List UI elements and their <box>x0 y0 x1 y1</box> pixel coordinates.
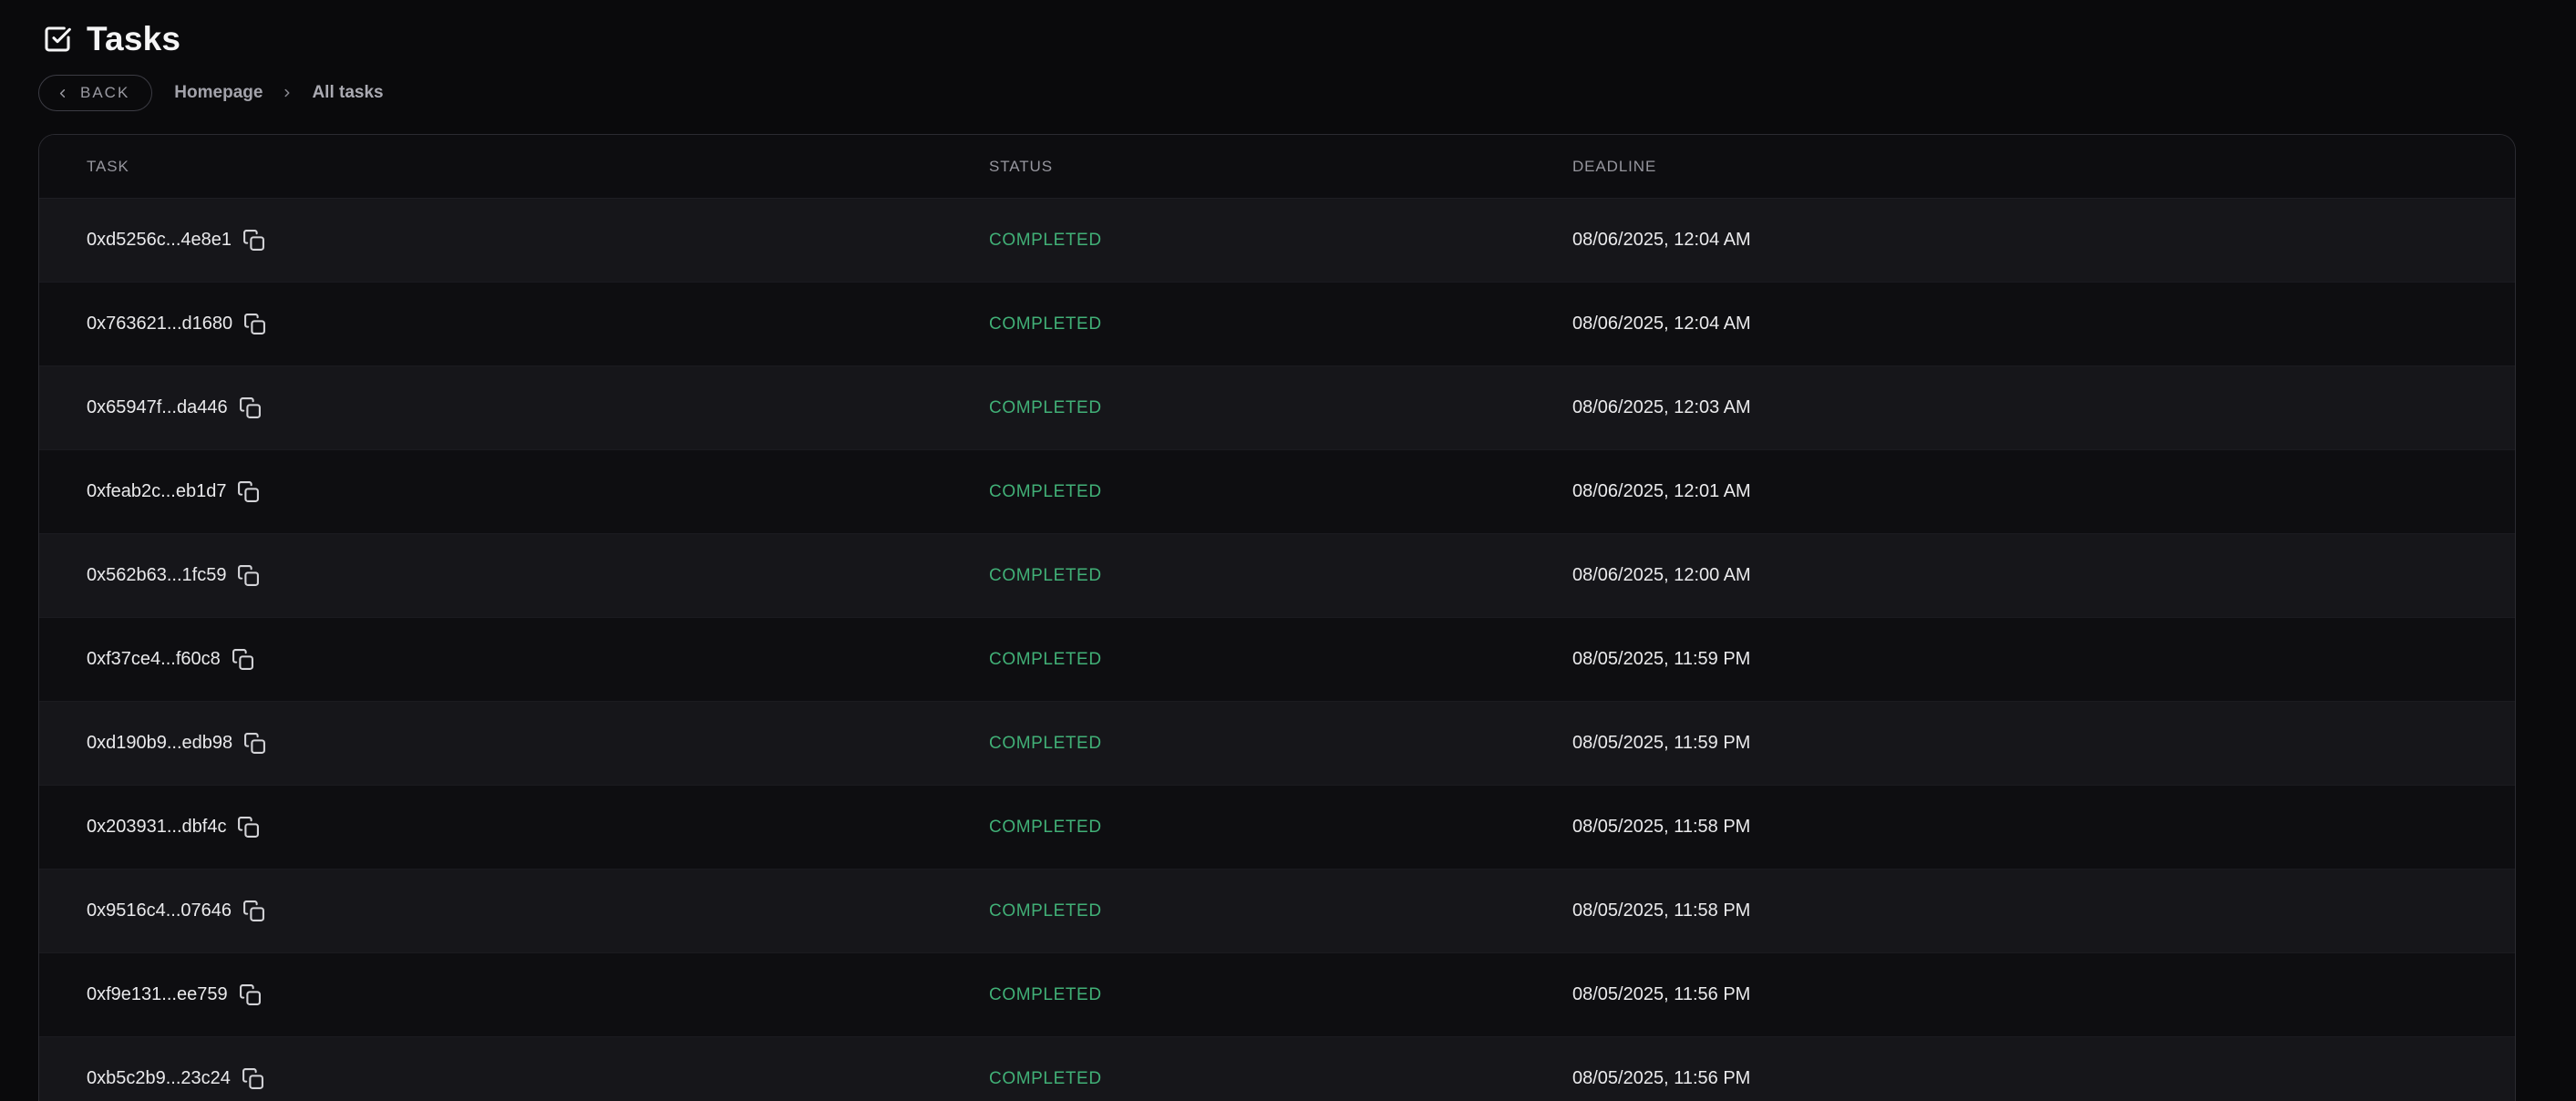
column-header-task: TASK <box>39 158 942 176</box>
chevron-left-icon <box>56 87 69 100</box>
status-badge: COMPLETED <box>942 231 1525 251</box>
page-title: Tasks <box>87 20 180 58</box>
table-row[interactable]: 0x562b63...1fc59 COMPLETED 08/06/2025, 1… <box>39 534 2515 618</box>
task-cell: 0x203931...dbf4c <box>39 816 942 839</box>
task-id: 0x763621...d1680 <box>87 314 232 334</box>
status-badge: COMPLETED <box>942 818 1525 838</box>
copy-icon <box>237 816 260 839</box>
table-row[interactable]: 0xd5256c...4e8e1 COMPLETED 08/06/2025, 1… <box>39 199 2515 283</box>
task-id: 0x9516c4...07646 <box>87 900 232 921</box>
task-cell: 0xfeab2c...eb1d7 <box>39 480 942 503</box>
breadcrumb-all-tasks: All tasks <box>312 83 383 103</box>
status-badge: COMPLETED <box>942 1069 1525 1089</box>
task-id: 0xf9e131...ee759 <box>87 984 228 1005</box>
task-cell: 0x562b63...1fc59 <box>39 564 942 587</box>
table-row[interactable]: 0x763621...d1680 COMPLETED 08/06/2025, 1… <box>39 283 2515 366</box>
task-cell: 0xb5c2b9...23c24 <box>39 1067 942 1090</box>
deadline-cell: 08/06/2025, 12:04 AM <box>1525 230 2515 251</box>
copy-task-id-button[interactable] <box>242 1067 264 1090</box>
chevron-right-icon <box>281 87 294 99</box>
status-badge: COMPLETED <box>942 314 1525 334</box>
deadline-cell: 08/06/2025, 12:04 AM <box>1525 314 2515 334</box>
status-badge: COMPLETED <box>942 985 1525 1005</box>
copy-icon <box>242 900 265 922</box>
status-badge: COMPLETED <box>942 901 1525 921</box>
copy-icon <box>239 396 262 419</box>
task-id: 0xfeab2c...eb1d7 <box>87 481 226 502</box>
task-id: 0x562b63...1fc59 <box>87 565 226 586</box>
table-row[interactable]: 0xd190b9...edb98 COMPLETED 08/05/2025, 1… <box>39 702 2515 786</box>
breadcrumb-homepage[interactable]: Homepage <box>174 83 263 103</box>
copy-task-id-button[interactable] <box>239 396 262 419</box>
status-badge: COMPLETED <box>942 734 1525 754</box>
deadline-cell: 08/05/2025, 11:59 PM <box>1525 649 2515 670</box>
check-square-icon <box>43 25 72 54</box>
deadline-cell: 08/05/2025, 11:58 PM <box>1525 817 2515 838</box>
copy-task-id-button[interactable] <box>243 313 266 335</box>
task-cell: 0x65947f...da446 <box>39 396 942 419</box>
deadline-cell: 08/05/2025, 11:58 PM <box>1525 900 2515 921</box>
tasks-table-card: TASK STATUS DEADLINE 0xd5256c...4e8e1 CO… <box>38 134 2516 1101</box>
deadline-cell: 08/05/2025, 11:56 PM <box>1525 1068 2515 1089</box>
task-id: 0xb5c2b9...23c24 <box>87 1068 231 1089</box>
copy-task-id-button[interactable] <box>232 648 254 671</box>
back-button-label: BACK <box>80 84 129 102</box>
copy-task-id-button[interactable] <box>239 983 262 1006</box>
column-header-status: STATUS <box>942 158 1525 176</box>
copy-icon <box>242 229 265 252</box>
table-row[interactable]: 0x65947f...da446 COMPLETED 08/06/2025, 1… <box>39 366 2515 450</box>
status-badge: COMPLETED <box>942 398 1525 418</box>
table-row[interactable]: 0xfeab2c...eb1d7 COMPLETED 08/06/2025, 1… <box>39 450 2515 534</box>
nav-row: BACK Homepage All tasks <box>38 75 2576 111</box>
copy-icon <box>243 313 266 335</box>
status-badge: COMPLETED <box>942 482 1525 502</box>
deadline-cell: 08/06/2025, 12:01 AM <box>1525 481 2515 502</box>
status-badge: COMPLETED <box>942 566 1525 586</box>
task-cell: 0xd190b9...edb98 <box>39 732 942 755</box>
task-cell: 0x763621...d1680 <box>39 313 942 335</box>
task-id: 0xd190b9...edb98 <box>87 733 232 754</box>
deadline-cell: 08/06/2025, 12:00 AM <box>1525 565 2515 586</box>
copy-icon <box>237 564 260 587</box>
copy-task-id-button[interactable] <box>237 816 260 839</box>
column-header-deadline: DEADLINE <box>1525 158 2515 176</box>
deadline-cell: 08/06/2025, 12:03 AM <box>1525 397 2515 418</box>
back-button[interactable]: BACK <box>38 75 152 111</box>
tasks-page: Tasks BACK Homepage All tasks TASK STATU… <box>0 0 2576 1101</box>
table-row[interactable]: 0xf9e131...ee759 COMPLETED 08/05/2025, 1… <box>39 953 2515 1037</box>
task-id: 0xd5256c...4e8e1 <box>87 230 232 251</box>
task-cell: 0xf9e131...ee759 <box>39 983 942 1006</box>
copy-task-id-button[interactable] <box>237 564 260 587</box>
copy-icon <box>237 480 260 503</box>
task-id: 0x65947f...da446 <box>87 397 228 418</box>
table-body: 0xd5256c...4e8e1 COMPLETED 08/06/2025, 1… <box>39 199 2515 1101</box>
copy-task-id-button[interactable] <box>237 480 260 503</box>
copy-task-id-button[interactable] <box>242 900 265 922</box>
task-cell: 0xd5256c...4e8e1 <box>39 229 942 252</box>
copy-icon <box>239 983 262 1006</box>
table-row[interactable]: 0x9516c4...07646 COMPLETED 08/05/2025, 1… <box>39 869 2515 953</box>
table-header: TASK STATUS DEADLINE <box>39 135 2515 199</box>
page-header: Tasks <box>0 0 2576 58</box>
table-row[interactable]: 0xb5c2b9...23c24 COMPLETED 08/05/2025, 1… <box>39 1037 2515 1101</box>
table-row[interactable]: 0xf37ce4...f60c8 COMPLETED 08/05/2025, 1… <box>39 618 2515 702</box>
deadline-cell: 08/05/2025, 11:59 PM <box>1525 733 2515 754</box>
status-badge: COMPLETED <box>942 650 1525 670</box>
task-id: 0x203931...dbf4c <box>87 817 226 838</box>
copy-icon <box>243 732 266 755</box>
deadline-cell: 08/05/2025, 11:56 PM <box>1525 984 2515 1005</box>
copy-task-id-button[interactable] <box>243 732 266 755</box>
breadcrumb: Homepage All tasks <box>174 83 383 103</box>
task-cell: 0x9516c4...07646 <box>39 900 942 922</box>
task-id: 0xf37ce4...f60c8 <box>87 649 221 670</box>
copy-icon <box>242 1067 264 1090</box>
task-cell: 0xf37ce4...f60c8 <box>39 648 942 671</box>
table-row[interactable]: 0x203931...dbf4c COMPLETED 08/05/2025, 1… <box>39 786 2515 869</box>
copy-task-id-button[interactable] <box>242 229 265 252</box>
copy-icon <box>232 648 254 671</box>
